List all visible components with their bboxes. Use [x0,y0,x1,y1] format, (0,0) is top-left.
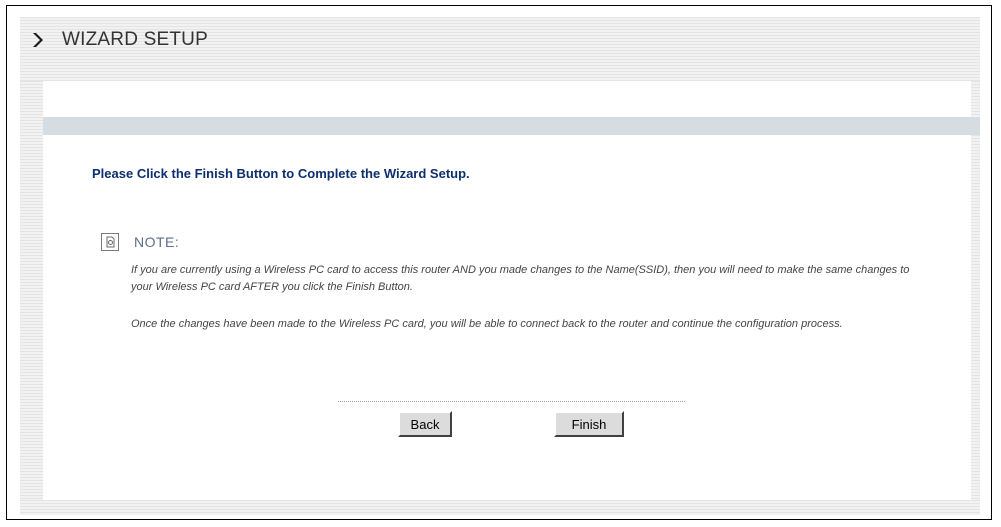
right-margin-strip [971,81,980,501]
note-label: NOTE: [134,234,180,250]
chevron-right-icon [33,33,43,47]
left-margin-strip [20,81,43,501]
note-icon [101,233,119,251]
section-separator-bar [43,117,980,135]
button-divider [338,401,685,402]
wizard-header: WIZARD SETUP [20,17,980,81]
instruction-text: Please Click the Finish Button to Comple… [92,166,470,181]
note-paragraph: If you are currently using a Wireless PC… [131,264,910,293]
page-title: WIZARD SETUP [62,29,208,50]
bottom-margin-strip [20,500,980,515]
note-paragraph: Once the changes have been made to the W… [131,318,843,330]
finish-button[interactable]: Finish [554,411,624,437]
back-button[interactable]: Back [398,411,452,437]
